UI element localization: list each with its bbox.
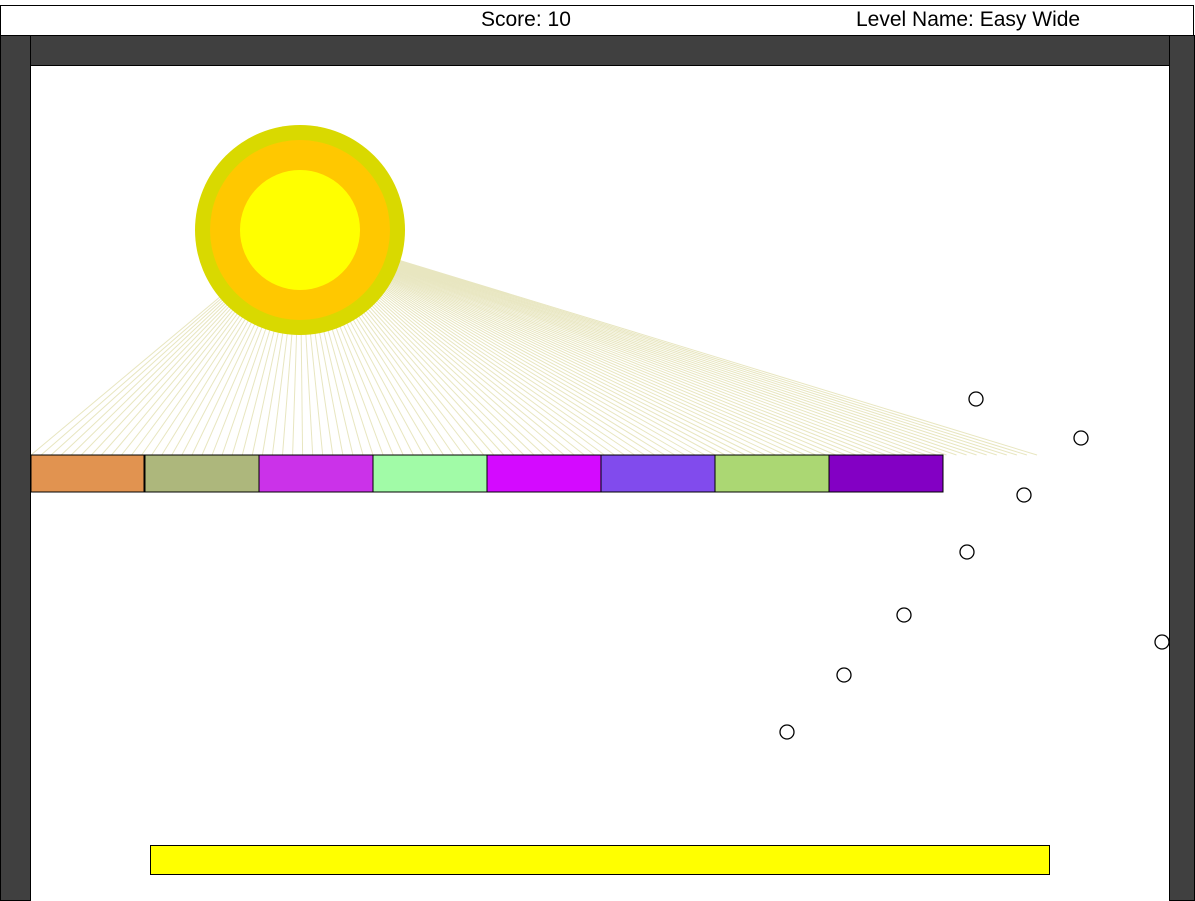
sun-core [240,170,360,290]
brick [600,454,716,493]
brick [486,454,602,493]
sun-rays [30,229,1038,456]
ball [896,607,912,623]
brick [258,454,374,493]
brick [372,454,488,493]
brick-row [30,454,944,493]
paddle[interactable] [150,845,1050,875]
ball [1016,487,1032,503]
brick [714,454,830,493]
sun-decoration [195,125,405,335]
ball [836,667,852,683]
brick [828,454,944,493]
game-window: Score: 10 Level Name: Easy Wide [0,0,1195,901]
ball [959,544,975,560]
sun-ray [299,229,1038,456]
game-canvas [30,125,1170,740]
brick [144,454,260,493]
ball [779,724,795,740]
ball [968,391,984,407]
ball [1073,430,1089,446]
ball [1154,634,1170,650]
brick [30,454,145,493]
